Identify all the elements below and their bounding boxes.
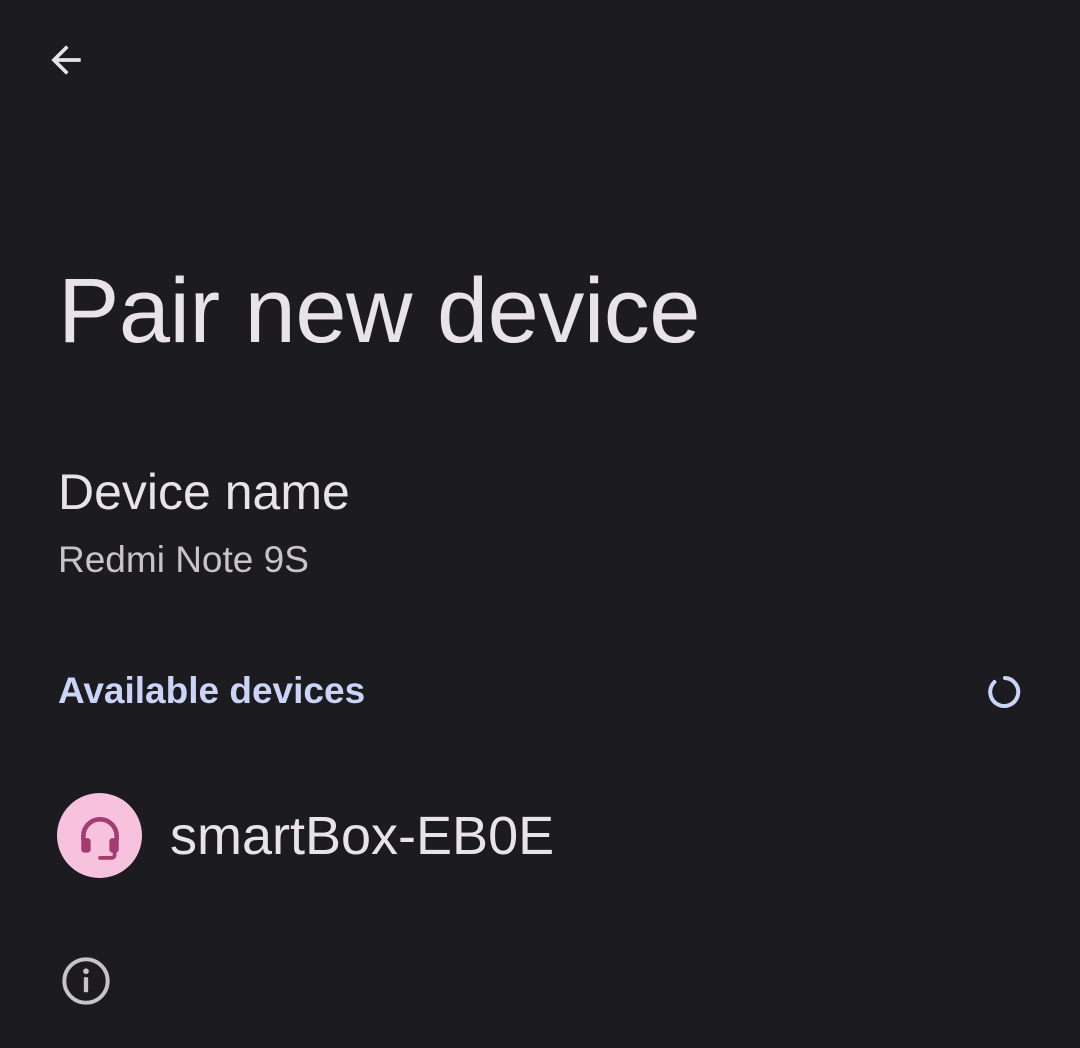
device-avatar <box>57 793 142 878</box>
back-button[interactable] <box>30 24 102 96</box>
device-name-label: smartBox-EB0E <box>170 806 555 866</box>
headset-icon <box>80 816 119 860</box>
device-name-title: Device name <box>58 464 350 520</box>
loading-spinner-icon <box>988 676 1021 708</box>
device-name-value: Redmi Note 9S <box>58 539 309 580</box>
available-devices-header: Available devices <box>58 670 366 711</box>
pair-new-device-screen: Pair new device Device name Redmi Note 9… <box>0 0 1080 1048</box>
device-name-setting[interactable]: Device name Redmi Note 9S <box>0 440 1080 610</box>
device-list-item[interactable]: smartBox-EB0E <box>0 780 1080 892</box>
page-title: Pair new device <box>58 260 700 362</box>
arrow-back-icon <box>51 45 81 75</box>
info-icon[interactable] <box>60 955 112 1007</box>
